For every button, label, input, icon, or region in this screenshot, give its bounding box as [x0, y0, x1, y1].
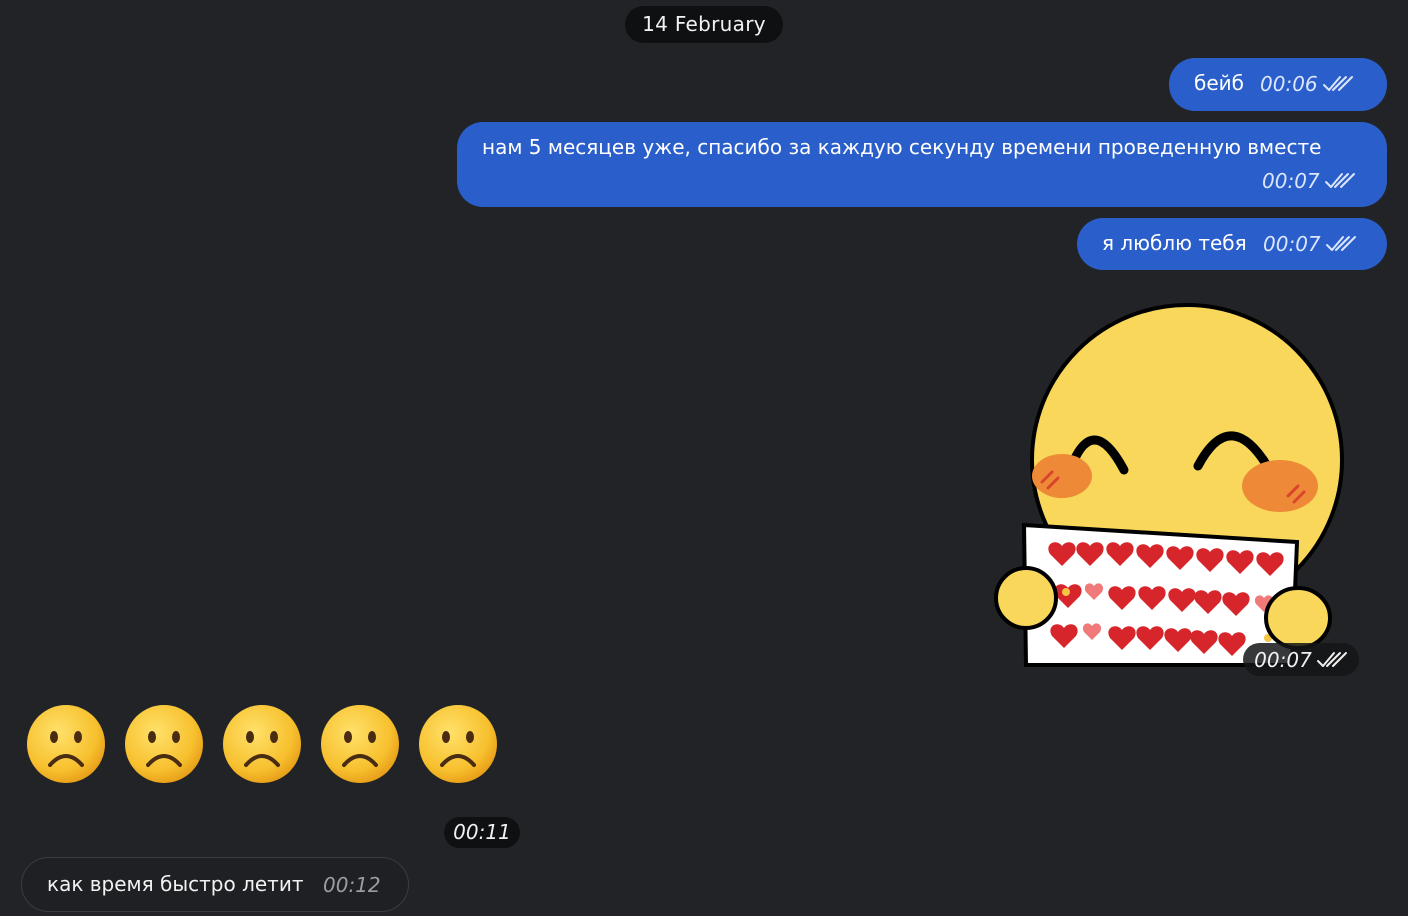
date-separator: 14 February [625, 6, 783, 43]
message-time: 00:07 [1263, 232, 1321, 256]
incoming-message[interactable]: как время быстро летит 00:12 [21, 857, 409, 912]
chat-window: 14 February бейб 00:06 нам 5 месяцев уже… [0, 0, 1408, 916]
double-check-read-icon [1322, 76, 1353, 91]
message-text: бейб [1194, 71, 1244, 95]
frowning-face-icon [419, 705, 497, 783]
frowning-face-icon [223, 705, 301, 783]
message-time: 00:12 [323, 873, 381, 897]
message-text: как время быстро летит [47, 872, 304, 896]
message-text: нам 5 месяцев уже, спасибо за каждую сек… [482, 135, 1322, 159]
sticker-time-badge: 00:07 [1243, 643, 1359, 676]
blushing-smiley-sticker-icon[interactable] [992, 300, 1362, 680]
double-check-read-icon [1316, 651, 1347, 667]
double-check-read-icon [1324, 173, 1355, 188]
message-time: 00:06 [1260, 72, 1318, 96]
message-meta: 00:07 [1263, 232, 1357, 256]
frowning-face-icon [125, 705, 203, 783]
emoji-message[interactable] [25, 703, 515, 785]
message-time: 00:07 [1254, 647, 1312, 672]
frowning-face-icon [321, 705, 399, 783]
outgoing-message[interactable]: нам 5 месяцев уже, спасибо за каждую сек… [457, 122, 1387, 207]
double-check-read-icon [1325, 236, 1356, 251]
message-meta: 00:06 [1260, 72, 1354, 96]
message-meta: 00:07 [1262, 169, 1356, 193]
message-time: 00:07 [1262, 169, 1320, 193]
emoji-message-time-badge: 00:11 [444, 817, 520, 848]
outgoing-message[interactable]: я люблю тебя 00:07 [1077, 218, 1387, 270]
frowning-face-icon [27, 705, 105, 783]
outgoing-message[interactable]: бейб 00:06 [1169, 58, 1387, 111]
message-text: я люблю тебя [1102, 231, 1247, 255]
